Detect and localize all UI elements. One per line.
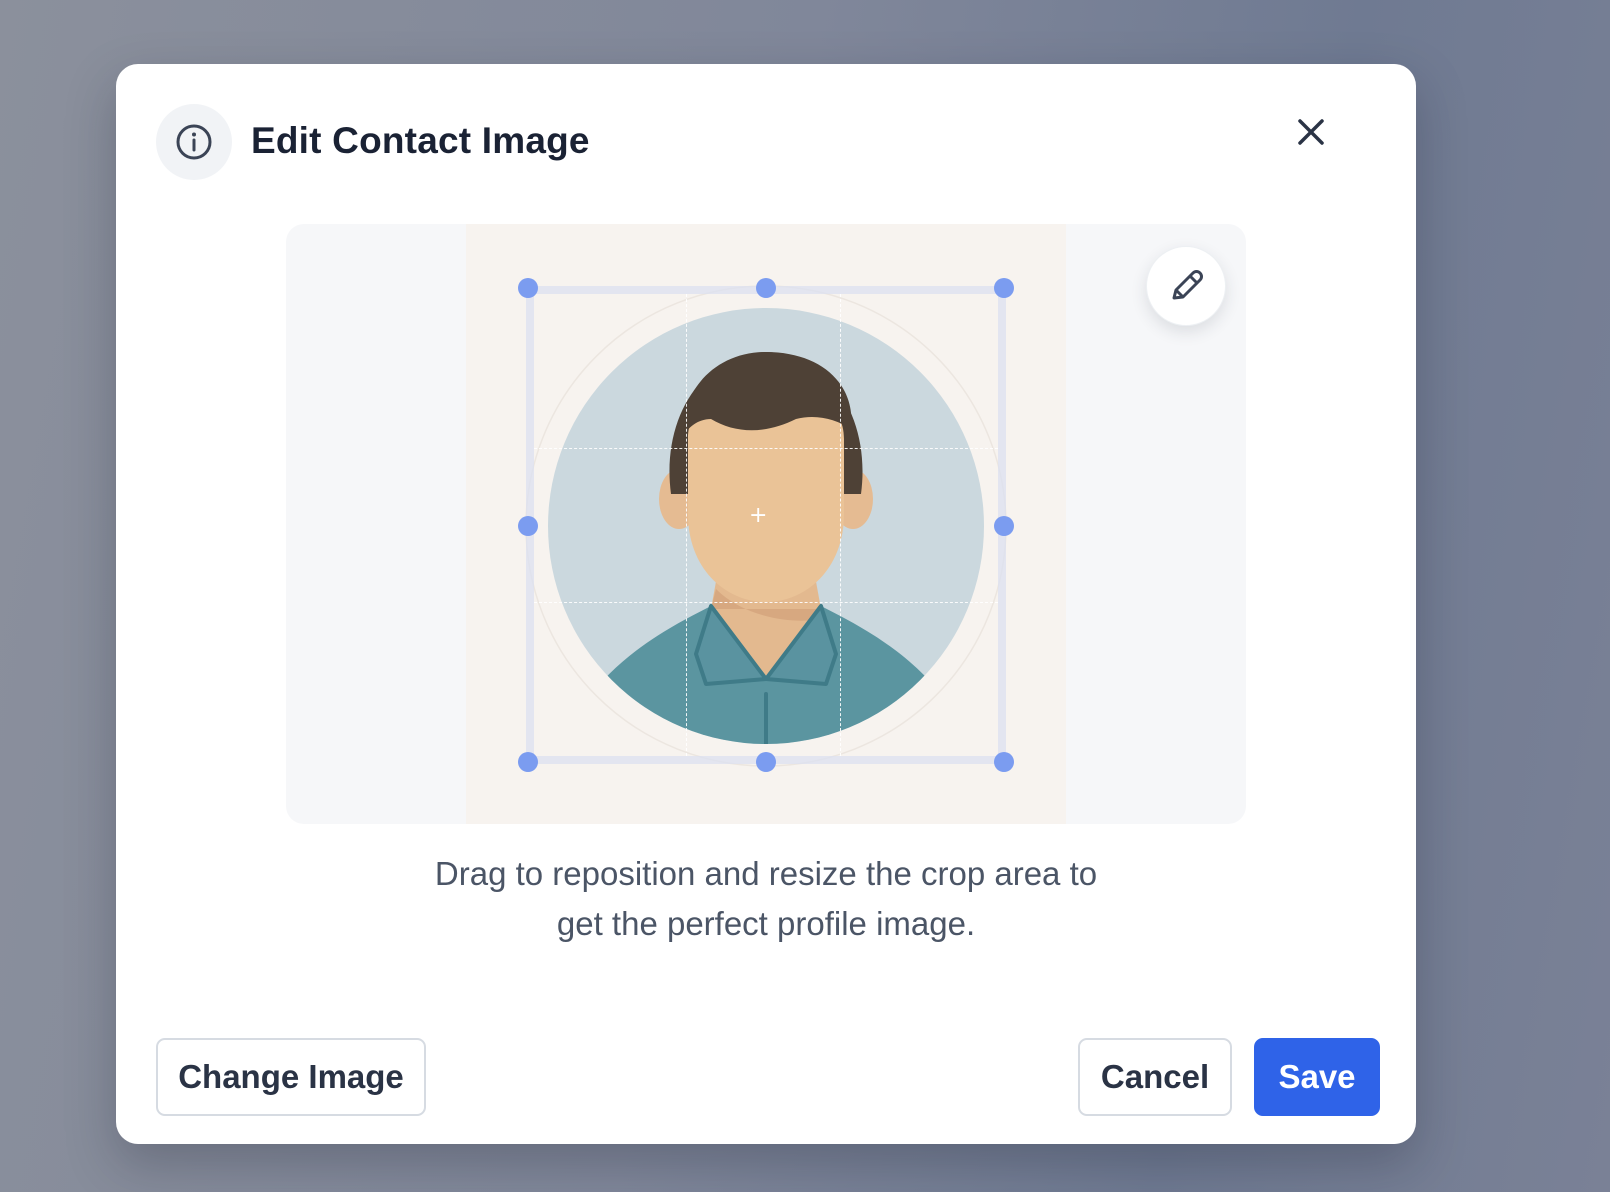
crop-handle-top[interactable]: [756, 278, 776, 298]
cancel-button[interactable]: Cancel: [1078, 1038, 1232, 1116]
dialog-title: Edit Contact Image: [251, 120, 590, 161]
edit-image-button[interactable]: [1146, 246, 1226, 326]
crop-stage: +: [286, 224, 1246, 824]
crop-handle-bottom-left[interactable]: [518, 752, 538, 772]
crop-handle-left[interactable]: [518, 516, 538, 536]
change-image-button[interactable]: Change Image: [156, 1038, 426, 1116]
crop-instructions: Drag to reposition and resize the crop a…: [434, 855, 1098, 942]
crop-handle-top-right[interactable]: [994, 278, 1014, 298]
crop-handle-right[interactable]: [994, 516, 1014, 536]
crop-grid-line: [534, 602, 998, 603]
crop-handle-bottom[interactable]: [756, 752, 776, 772]
crop-grid-line: [686, 294, 687, 756]
edit-contact-image-dialog: Edit Contact Image + Drag to reposition …: [116, 64, 1416, 1144]
crop-handle-top-left[interactable]: [518, 278, 538, 298]
pencil-icon: [1172, 270, 1203, 300]
crop-grid-line: [840, 294, 841, 756]
crop-grid-line: [534, 448, 998, 449]
info-icon: [156, 104, 232, 180]
close-icon: [1298, 119, 1324, 145]
crop-handle-bottom-right[interactable]: [994, 752, 1014, 772]
profile-photo: +: [466, 224, 1066, 824]
crop-center-marker: +: [749, 503, 768, 528]
save-button[interactable]: Save: [1254, 1038, 1380, 1116]
close-button[interactable]: [1283, 104, 1339, 160]
